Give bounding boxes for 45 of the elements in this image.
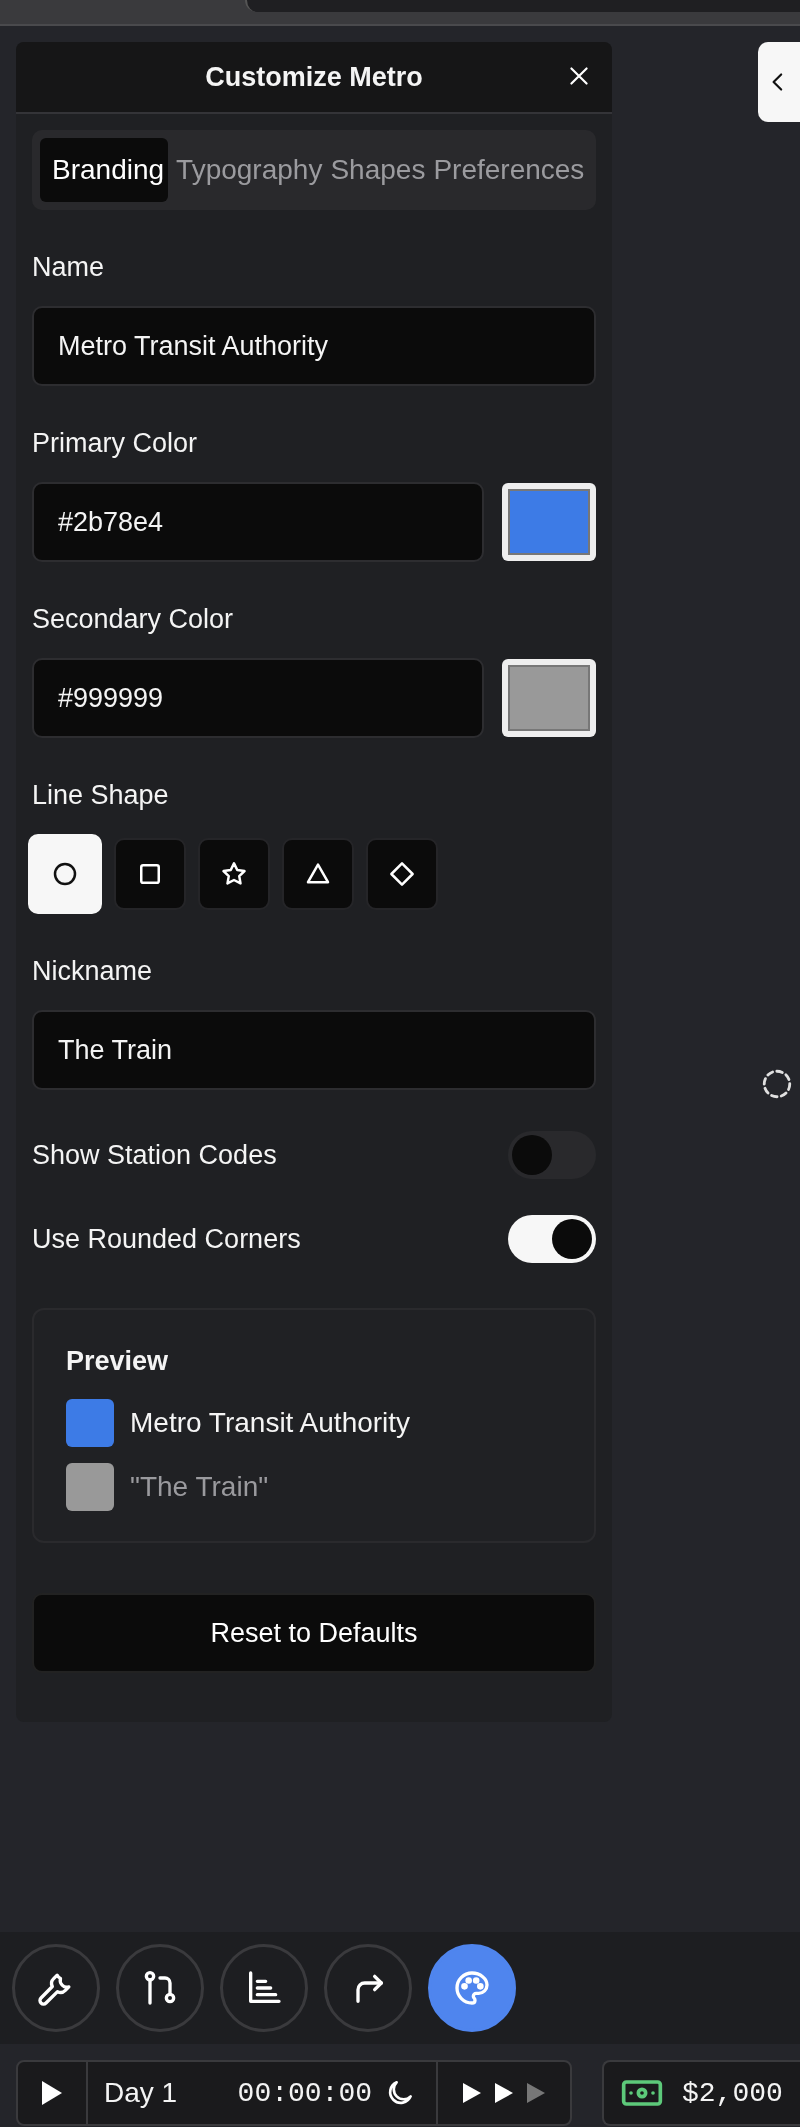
day-label: Day 1	[104, 2077, 178, 2109]
tab[interactable]: Preferences	[425, 138, 585, 202]
speed-button[interactable]	[462, 2082, 482, 2104]
preview-text: "The Train"	[130, 1471, 269, 1503]
tab[interactable]: Shapes	[322, 138, 426, 202]
color-hex-field[interactable]: #2b78e4	[32, 482, 484, 562]
toolbar-button[interactable]	[324, 1944, 412, 2032]
money-amount: $2,000	[682, 2077, 783, 2109]
collapse-button[interactable]	[758, 42, 800, 122]
spinner-icon	[760, 1067, 794, 1101]
play-icon	[462, 2082, 482, 2104]
time-display: 00:00:00	[237, 2077, 372, 2109]
reset-button[interactable]: Reset to Defaults	[32, 1593, 596, 1673]
color-swatch[interactable]	[502, 483, 596, 561]
tab[interactable]: Branding	[40, 138, 169, 202]
diamond-icon	[387, 859, 417, 889]
color-hex-field[interactable]: #999999	[32, 658, 484, 738]
name-field[interactable]: Metro Transit Authority	[32, 306, 596, 386]
toolbar-button[interactable]	[116, 1944, 204, 2032]
tab[interactable]: Typography	[168, 138, 323, 202]
field-label: Secondary Color	[32, 604, 235, 634]
field-label: Name	[32, 252, 106, 282]
toggle-switch[interactable]	[508, 1131, 596, 1179]
play-icon	[494, 2082, 514, 2104]
nickname-field[interactable]: The Train	[32, 1010, 596, 1090]
preview-title: Preview	[66, 1346, 170, 1377]
play-icon	[526, 2082, 546, 2104]
toggle-label: Use Rounded Corners	[32, 1223, 301, 1255]
shape-button[interactable]	[366, 838, 438, 910]
field-label: Nickname	[32, 956, 154, 986]
preview-text: Metro Transit Authority	[130, 1407, 411, 1439]
color-swatch[interactable]	[502, 659, 596, 737]
shape-button[interactable]	[198, 838, 270, 910]
play-icon	[40, 2080, 64, 2106]
panel-title: Customize Metro	[205, 61, 423, 93]
field-label: Primary Color	[32, 428, 199, 458]
field-label: Line Shape	[32, 780, 170, 810]
toolbar-button[interactable]	[12, 1944, 100, 2032]
toggle-switch[interactable]	[508, 1215, 596, 1263]
palette-icon	[452, 1968, 492, 2008]
speed-button[interactable]	[494, 2082, 514, 2104]
toggle-label: Show Station Codes	[32, 1139, 277, 1171]
shape-button[interactable]	[114, 838, 186, 910]
shape-button[interactable]	[282, 838, 354, 910]
toolbar-button[interactable]	[220, 1944, 308, 2032]
